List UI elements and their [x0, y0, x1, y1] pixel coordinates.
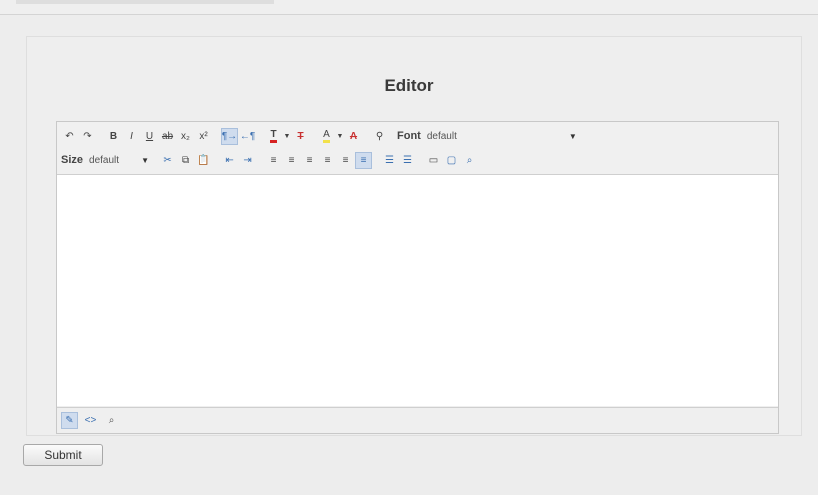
chevron-down-icon: ▼ [568, 131, 577, 141]
bold-icon[interactable]: B [105, 128, 122, 145]
rich-text-editor: ↶ ↷ B I U ab x₂ x² ¶→ ←¶ T ▼ T A ▼ A ⚲ F… [56, 121, 779, 434]
background-color-icon[interactable]: A [318, 128, 335, 145]
link-icon[interactable]: ⚲ [371, 128, 388, 145]
align-left-icon[interactable]: ≡ [265, 152, 282, 169]
remove-background-color-icon[interactable]: A [345, 128, 362, 145]
outdent-icon[interactable]: ⇤ [221, 152, 238, 169]
text-color-icon[interactable]: T [265, 128, 282, 145]
top-bar [0, 0, 818, 15]
font-select-value: default [426, 130, 457, 142]
subscript-icon[interactable]: x₂ [177, 128, 194, 145]
justify-icon[interactable]: ≡ [319, 152, 336, 169]
unordered-list-icon[interactable]: ☰ [399, 152, 416, 169]
editor-content-area[interactable] [57, 175, 778, 406]
font-label: Font [397, 130, 421, 142]
source-mode-icon[interactable]: <> [82, 412, 99, 429]
toolbar-row-2: Size default ▼ ✂ ⧉ 📋 ⇤ ⇥ ≡ ≡ ≡ ≡ ≡ ≡ ☰ ☰… [57, 149, 479, 171]
italic-icon[interactable]: I [123, 128, 140, 145]
ltr-direction-icon[interactable]: ¶→ [221, 127, 238, 145]
justify-selected-icon[interactable]: ≡ [355, 151, 373, 169]
background-color-dropdown-icon[interactable]: ▼ [336, 128, 344, 145]
editor-toolbar: ↶ ↷ B I U ab x₂ x² ¶→ ←¶ T ▼ T A ▼ A ⚲ F… [57, 122, 778, 175]
submit-button[interactable]: Submit [23, 444, 103, 466]
preview-mode-icon[interactable]: ⌕ [103, 412, 120, 429]
superscript-icon[interactable]: x² [195, 128, 212, 145]
chevron-down-icon: ▼ [141, 155, 150, 165]
size-label: Size [61, 154, 84, 166]
find-replace-icon[interactable]: ⌕ [461, 152, 478, 169]
editor-mode-bar: ✎ <> ⌕ [57, 407, 778, 433]
size-select-value: default [89, 154, 120, 166]
align-center-icon[interactable]: ≡ [283, 152, 300, 169]
remove-text-color-icon[interactable]: T [292, 128, 309, 145]
undo-icon[interactable]: ↶ [61, 128, 78, 145]
copy-icon[interactable]: ⧉ [177, 152, 194, 169]
indent-icon[interactable]: ⇥ [239, 152, 256, 169]
underline-icon[interactable]: U [141, 128, 158, 145]
size-select[interactable]: default ▼ [87, 153, 152, 167]
ordered-list-icon[interactable]: ☰ [381, 152, 398, 169]
justify-full-icon[interactable]: ≡ [337, 152, 354, 169]
toolbar-row-1: ↶ ↷ B I U ab x₂ x² ¶→ ←¶ T ▼ T A ▼ A ⚲ F… [57, 125, 579, 147]
print-icon[interactable]: ▭ [425, 152, 442, 169]
preview-icon[interactable]: ▢ [443, 152, 460, 169]
rtl-direction-icon[interactable]: ←¶ [239, 128, 256, 145]
faded-header-text [16, 0, 274, 4]
page-title: Editor [384, 76, 434, 95]
strikethrough-icon[interactable]: ab [159, 128, 176, 145]
align-right-icon[interactable]: ≡ [301, 152, 318, 169]
redo-icon[interactable]: ↷ [79, 128, 96, 145]
paste-icon[interactable]: 📋 [195, 152, 212, 169]
font-select[interactable]: default ▼ [424, 129, 579, 143]
cut-icon[interactable]: ✂ [159, 152, 176, 169]
design-mode-icon[interactable]: ✎ [61, 412, 78, 429]
text-color-dropdown-icon[interactable]: ▼ [283, 128, 291, 145]
